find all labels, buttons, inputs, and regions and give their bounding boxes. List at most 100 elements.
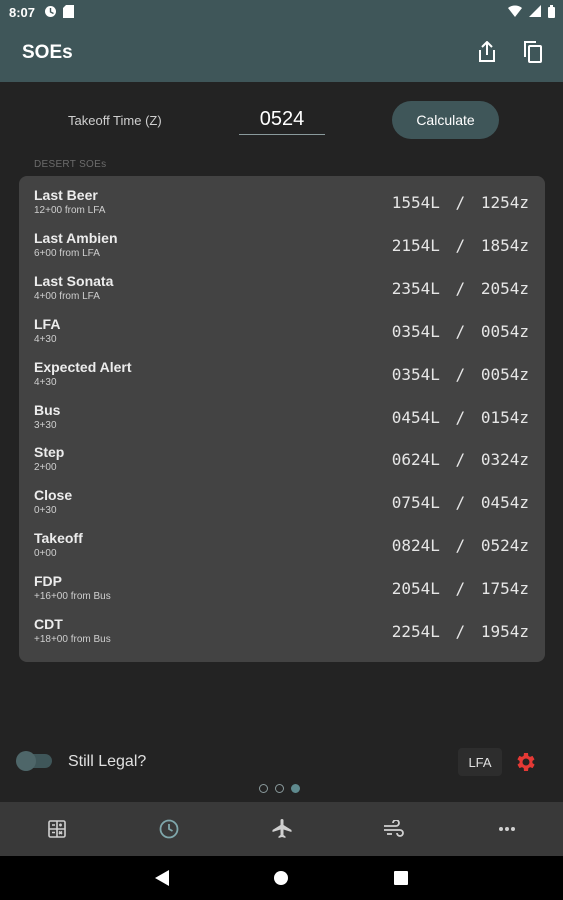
soe-local-time: 0354L	[391, 321, 440, 341]
soe-local-time: 2154L	[391, 235, 440, 255]
calculate-button[interactable]: Calculate	[392, 101, 499, 139]
soe-zulu-time: 2054z	[480, 278, 529, 298]
soe-name: Expected Alert	[34, 358, 132, 375]
soe-offset: 2+00	[34, 462, 57, 474]
soe-local-time: 0354L	[391, 364, 440, 384]
soe-zulu-time: 1854z	[480, 235, 529, 255]
page-dot[interactable]	[275, 784, 284, 793]
time-separator: /	[445, 278, 475, 298]
soe-row: Bus 3+30 0454L / 0154z	[19, 400, 545, 443]
soe-name: Last Ambien	[34, 229, 118, 246]
gear-icon[interactable]	[513, 750, 537, 774]
soe-offset: 12+00 from LFA	[34, 205, 106, 216]
takeoff-time-input[interactable]: 0524	[239, 104, 325, 135]
soe-name: Step	[34, 444, 65, 461]
soe-times: 0354L / 0054z	[392, 322, 529, 341]
section-label: DESERT SOEs	[34, 159, 107, 170]
status-bar: 8:07	[0, 0, 563, 24]
soe-row: Takeoff 0+00 0824L / 0524z	[19, 528, 545, 571]
time-separator: /	[445, 321, 475, 341]
page-dot[interactable]	[259, 784, 268, 793]
home-icon[interactable]	[272, 869, 290, 887]
soe-name: Last Sonata	[34, 272, 114, 289]
system-nav-bar	[0, 856, 563, 900]
signal-icon	[529, 5, 541, 21]
soe-local-time: 2054L	[391, 579, 440, 599]
soe-name: FDP	[34, 573, 62, 590]
soe-zulu-time: 0054z	[480, 364, 529, 384]
soe-name: Close	[34, 487, 73, 504]
sync-icon	[44, 5, 57, 21]
soe-times: 0624L / 0324z	[392, 450, 529, 469]
still-legal-label: Still Legal?	[68, 753, 147, 770]
soe-times: 2254L / 1954z	[392, 622, 529, 641]
soe-zulu-time: 0524z	[480, 536, 529, 556]
soe-row: Expected Alert 4+30 0354L / 0054z	[19, 357, 545, 400]
soe-local-time: 0824L	[391, 536, 440, 556]
status-time: 8:07	[9, 5, 36, 20]
lfa-chip[interactable]: LFA	[458, 748, 502, 776]
soe-local-time: 2354L	[391, 278, 440, 298]
time-separator: /	[445, 493, 475, 513]
time-separator: /	[445, 622, 475, 641]
page-indicator	[259, 784, 300, 793]
back-icon[interactable]	[153, 869, 171, 887]
soe-times: 0354L / 0054z	[392, 365, 529, 384]
time-separator: /	[445, 450, 475, 470]
soe-local-time: 0454L	[391, 407, 440, 427]
recents-icon[interactable]	[392, 869, 410, 887]
time-separator: /	[445, 364, 475, 384]
more-icon[interactable]	[495, 817, 519, 841]
soe-row: Close 0+30 0754L / 0454z	[19, 485, 545, 528]
soe-zulu-time: 0324z	[480, 450, 529, 470]
wifi-icon	[508, 5, 522, 21]
bottom-nav	[0, 802, 563, 856]
soe-times: 0824L / 0524z	[392, 536, 529, 555]
soe-name: CDT	[34, 616, 63, 632]
calculator-icon[interactable]	[45, 817, 69, 841]
soe-local-time: 0624L	[391, 450, 440, 470]
soe-name: LFA	[34, 315, 61, 332]
wind-icon[interactable]	[382, 817, 406, 841]
soe-name: Takeoff	[34, 530, 83, 547]
clock-icon[interactable]	[157, 817, 181, 841]
soe-row: Last Beer 12+00 from LFA 1554L / 1254z	[19, 185, 545, 228]
soe-zulu-time: 0054z	[480, 321, 529, 341]
soe-times: 2354L / 2054z	[392, 279, 529, 298]
still-legal-row: Still Legal? LFA	[0, 744, 563, 784]
soe-offset: 4+30	[34, 376, 57, 388]
soe-times: 2054L / 1754z	[392, 579, 529, 598]
soe-zulu-time: 1754z	[480, 579, 529, 599]
still-legal-toggle[interactable]	[16, 751, 52, 771]
page-title: SOEs	[22, 42, 73, 63]
copy-icon[interactable]	[521, 40, 545, 64]
soe-zulu-time: 0154z	[480, 407, 529, 427]
soe-zulu-time: 1954z	[480, 622, 529, 641]
soe-row: Step 2+00 0624L / 0324z	[19, 442, 545, 485]
soe-row: Last Ambien 6+00 from LFA 2154L / 1854z	[19, 228, 545, 271]
soe-local-time: 2254L	[391, 622, 440, 641]
sd-card-icon	[63, 5, 74, 21]
soe-zulu-time: 0454z	[480, 493, 529, 513]
battery-icon	[548, 5, 555, 21]
time-separator: /	[445, 235, 475, 255]
app-bar: SOEs	[0, 24, 563, 82]
soe-name: Last Beer	[34, 187, 98, 203]
toggle-knob	[16, 751, 36, 771]
time-separator: /	[445, 536, 475, 556]
soe-offset: +16+00 from Bus	[34, 591, 111, 603]
airplane-icon[interactable]	[270, 817, 294, 841]
share-icon[interactable]	[475, 40, 499, 64]
soe-local-time: 0754L	[391, 493, 440, 513]
takeoff-row: Takeoff Time (Z) 0524 Calculate	[0, 98, 563, 142]
takeoff-time-label: Takeoff Time (Z)	[68, 113, 162, 128]
soe-times: 0754L / 0454z	[392, 493, 529, 512]
soe-offset: 0+30	[34, 505, 57, 517]
page-dot-active[interactable]	[291, 784, 300, 793]
soe-offset: 4+30	[34, 333, 57, 345]
soe-times: 2154L / 1854z	[392, 236, 529, 255]
soe-offset: 6+00 from LFA	[34, 247, 100, 259]
soe-offset: 3+30	[34, 419, 57, 431]
soe-card: Last Beer 12+00 from LFA 1554L / 1254z Last…	[19, 176, 545, 662]
soe-zulu-time: 1254z	[480, 193, 529, 212]
